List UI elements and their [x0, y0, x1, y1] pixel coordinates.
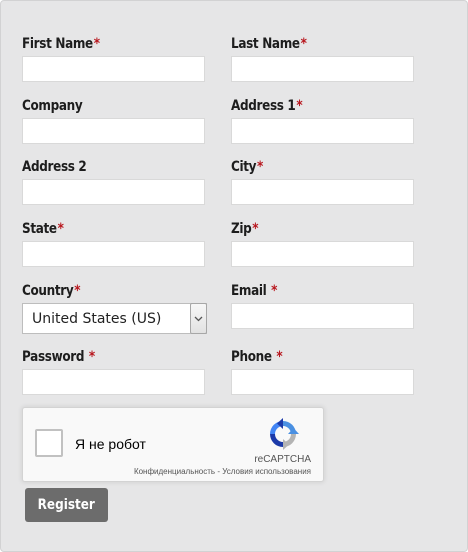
company-label: Company [22, 98, 83, 114]
email-label: Email * [231, 283, 278, 299]
required-marker: * [276, 349, 283, 365]
email-input[interactable] [231, 303, 414, 329]
city-input[interactable] [231, 179, 414, 205]
required-marker: * [93, 36, 100, 52]
last-name-label: Last Name* [231, 36, 307, 52]
terms-link[interactable]: Условия использования [222, 467, 311, 476]
required-marker: * [300, 36, 307, 52]
first-name-input[interactable] [22, 56, 205, 82]
privacy-link[interactable]: Конфиденциальность [134, 467, 215, 476]
required-marker: * [57, 221, 64, 237]
recaptcha-links: Конфиденциальность - Условия использован… [134, 467, 311, 476]
address1-input[interactable] [231, 118, 414, 144]
password-label: Password * [22, 349, 95, 365]
password-input[interactable] [22, 369, 205, 395]
address2-label: Address 2 [22, 159, 87, 175]
register-button-label: Register [37, 497, 96, 513]
required-marker: * [296, 98, 303, 114]
recaptcha-checkbox-label: Я не робот [75, 436, 146, 452]
select-arrow-button[interactable] [190, 303, 207, 334]
recaptcha-widget: Я не робот reCAPTCHA Конфиденциальность … [22, 407, 324, 482]
required-marker: * [88, 349, 95, 365]
recaptcha-logo-icon [270, 418, 299, 450]
country-label: Country* [22, 283, 81, 299]
recaptcha-brand: reCAPTCHA [254, 454, 311, 465]
company-input[interactable] [22, 118, 205, 144]
required-marker: * [271, 283, 278, 299]
recaptcha-checkbox[interactable] [35, 429, 63, 457]
registration-form: First Name* Last Name* Company Address 1… [0, 0, 468, 552]
required-marker: * [74, 283, 81, 299]
city-label: City* [231, 159, 264, 175]
zip-label: Zip* [231, 221, 259, 237]
phone-input[interactable] [231, 369, 414, 395]
country-selected-value: United States (US) [32, 311, 162, 327]
state-label: State* [22, 221, 64, 237]
phone-label: Phone * [231, 349, 283, 365]
required-marker: * [257, 159, 264, 175]
state-input[interactable] [22, 241, 205, 267]
required-marker: * [252, 221, 259, 237]
chevron-down-icon [194, 316, 203, 322]
address1-label: Address 1* [231, 98, 303, 114]
first-name-label: First Name* [22, 36, 100, 52]
last-name-input[interactable] [231, 56, 414, 82]
register-button[interactable]: Register [25, 488, 108, 522]
zip-input[interactable] [231, 241, 414, 267]
country-select[interactable]: United States (US) [22, 303, 207, 334]
address2-input[interactable] [22, 179, 205, 205]
